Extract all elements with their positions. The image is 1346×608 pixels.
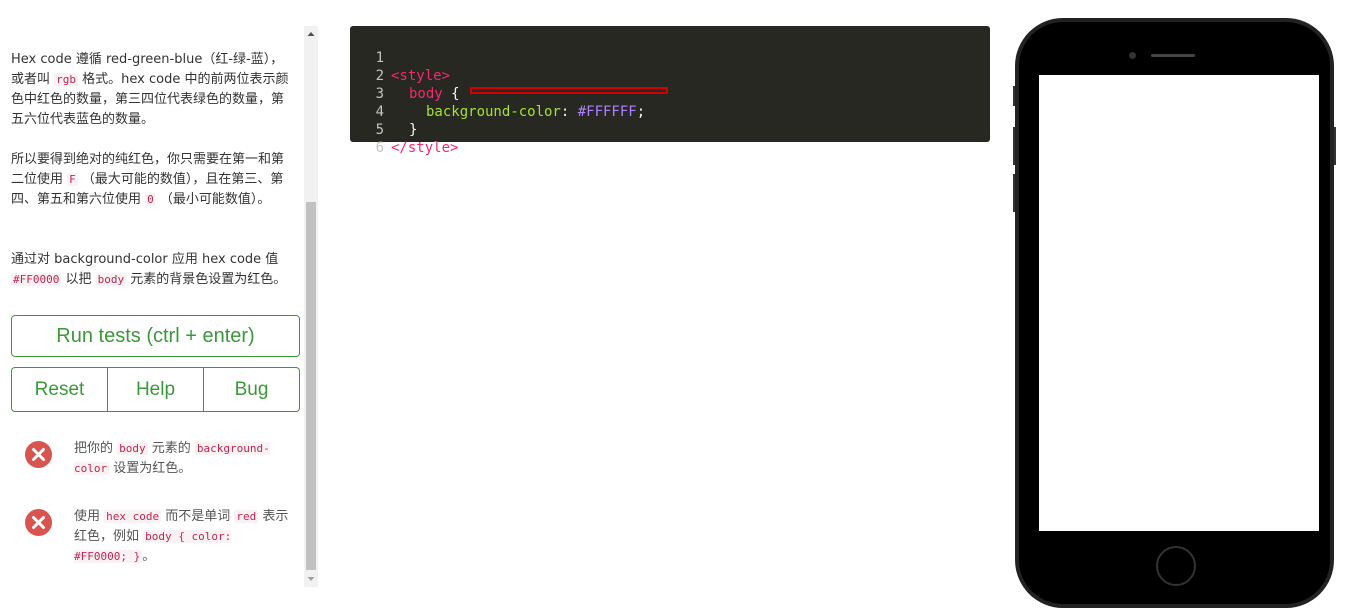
test-item: 把你的 body 元素的 background-color 设置为红色。 (25, 439, 295, 499)
code-line[interactable]: 4 } (350, 85, 418, 138)
instruction-paragraph-1: Hex code 遵循 red-green-blue（红-绿-蓝），或者叫 rg… (11, 52, 289, 127)
inline-code: #FF0000 (11, 273, 62, 286)
lint-error-marker (470, 87, 668, 94)
fail-x-icon (25, 509, 52, 536)
code-line[interactable]: 5 </style> (350, 103, 459, 156)
bug-button[interactable]: Bug (203, 367, 300, 412)
code-line[interactable]: 6 (350, 121, 384, 156)
home-button-icon (1156, 546, 1196, 586)
camera-icon (1129, 52, 1136, 59)
fail-x-icon (25, 441, 52, 468)
reset-button[interactable]: Reset (11, 367, 108, 412)
run-tests-button[interactable]: Run tests (ctrl + enter) (11, 315, 300, 357)
instructions-panel: Hex code 遵循 red-green-blue（红-绿-蓝），或者叫 rg… (0, 26, 304, 587)
line-number: 6 (375, 140, 384, 156)
speaker-icon (1151, 54, 1195, 57)
code-editor[interactable]: 1 <style> 2 body { 3 background-color: #… (350, 26, 990, 156)
preview-phone-frame (1015, 18, 1334, 608)
inline-code: body (117, 442, 148, 455)
instruction-paragraph-2: 所以要得到绝对的纯红色，你只需要在第一和第二位使用 F （最大可能的数值），且在… (11, 152, 285, 207)
inline-code: rgb (54, 73, 79, 86)
test-description: 使用 hex code 而不是单词 red 表示红色，例如 body { col… (74, 509, 289, 564)
action-button-group: Reset Help Bug (11, 367, 300, 412)
instruction-paragraph-3: 通过对 background-color 应用 hex code 值 #FF00… (11, 252, 287, 287)
instructions-scrollbar[interactable] (304, 26, 318, 587)
phone-body (1019, 22, 1330, 604)
code-line[interactable]: 3 background-color: #FFFFFF; (350, 67, 646, 120)
inline-code: F (67, 173, 78, 186)
scroll-down-arrow-icon[interactable] (304, 571, 318, 587)
help-button[interactable]: Help (107, 367, 204, 412)
scroll-up-arrow-icon[interactable] (304, 26, 318, 42)
inline-code: body (95, 273, 127, 286)
inline-code: red (234, 510, 259, 523)
inline-code: 0 (145, 193, 156, 206)
scrollbar-thumb[interactable] (306, 202, 316, 570)
inline-code: hex code (104, 510, 162, 523)
test-description: 把你的 body 元素的 background-color 设置为红色。 (74, 441, 270, 476)
code-line[interactable]: 2 body { (350, 49, 460, 102)
test-item: 使用 hex code 而不是单词 red 表示红色，例如 body { col… (25, 507, 295, 567)
code-line[interactable]: 1 <style> (350, 31, 450, 84)
preview-screen (1039, 75, 1319, 531)
